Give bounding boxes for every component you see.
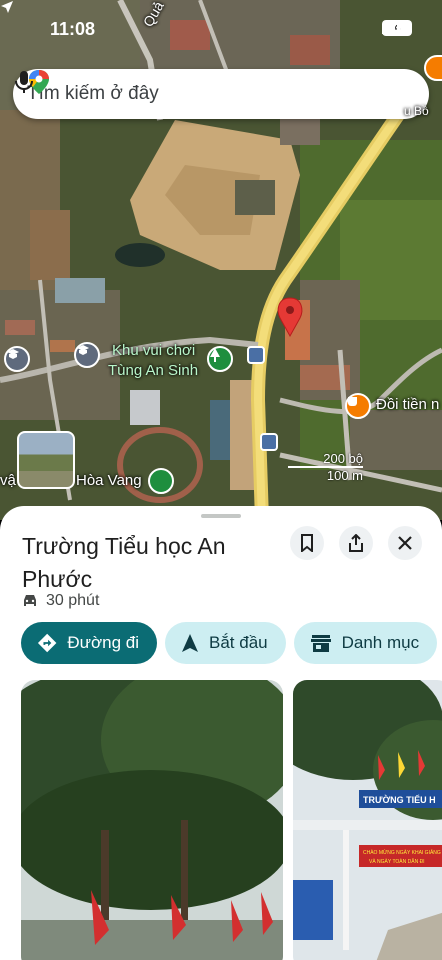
cafe-label[interactable]: Đồi tiền n <box>376 396 439 413</box>
start-button[interactable]: Bắt đầu <box>165 622 286 664</box>
status-bar: 11:08 4 <box>0 0 442 58</box>
category-button[interactable]: Danh mục <box>293 622 438 664</box>
place-title: Trường Tiểu học An Phước <box>22 533 226 592</box>
travel-info: 30 phút <box>22 592 99 610</box>
school-icon-2[interactable] <box>74 342 100 368</box>
street-view-thumbnail[interactable] <box>17 431 75 489</box>
map-label-prefix: vậ <box>0 472 16 489</box>
bookmark-icon <box>301 534 313 552</box>
map-view[interactable]: 11:08 4 Tìm kiếm ở đây Quả u Bồ <box>0 0 442 520</box>
banner-text-1: CHÀO MỪNG NGÀY KHAI GIẢNG <box>363 849 441 856</box>
category-label: Danh mục <box>341 633 420 652</box>
share-icon <box>349 534 363 552</box>
school-sign-text: TRƯỜNG TIỂU H <box>363 794 436 805</box>
sports-icon[interactable] <box>148 468 174 494</box>
share-button[interactable] <box>339 526 373 560</box>
status-time: 11:08 <box>50 19 96 39</box>
school-gate-photo: TRƯỜNG TIỂU H CHÀO MỪNG NGÀY KHAI GIẢNG … <box>293 680 442 960</box>
status-indicators: 4 <box>382 20 412 36</box>
directions-label: Đường đi <box>67 633 139 652</box>
location-arrow-icon <box>1 1 13 13</box>
cafe-icon[interactable] <box>345 393 371 419</box>
scale-feet: 200 bộ <box>323 451 363 466</box>
close-icon <box>398 536 412 550</box>
action-chips: Đường đi Bắt đầu Danh mục <box>21 622 438 664</box>
bus-stop-icon[interactable] <box>247 346 265 364</box>
directions-button[interactable]: Đường đi <box>21 622 157 664</box>
bus-stop-icon-2[interactable] <box>260 433 278 451</box>
travel-time: 30 phút <box>46 592 100 609</box>
park-icon[interactable] <box>207 346 233 372</box>
place-photo-1[interactable] <box>21 680 283 960</box>
directions-icon <box>37 633 57 653</box>
save-button[interactable] <box>290 526 324 560</box>
scale-meters: 100 m <box>326 468 363 483</box>
wifi-icon <box>383 21 401 34</box>
place-photo-2[interactable]: TRƯỜNG TIỂU H CHÀO MỪNG NGÀY KHAI GIẢNG … <box>293 680 442 960</box>
place-sheet: Trường Tiểu học An Phước 30 phút Đường đ… <box>0 506 442 960</box>
drag-handle[interactable] <box>201 514 241 518</box>
search-bar[interactable]: Tìm kiếm ở đây <box>13 69 429 119</box>
start-label: Bắt đầu <box>209 633 268 652</box>
map-label-hoa-vang: Hòa Vang <box>76 472 142 489</box>
search-input[interactable]: Tìm kiếm ở đây <box>27 83 429 105</box>
car-icon <box>24 595 36 606</box>
school-trees-photo <box>21 680 283 960</box>
banner-text-2: VÀ NGÀY TOÀN DÂN ĐI <box>369 858 425 865</box>
park-label-line1[interactable]: Khu vui chơi <box>112 342 195 359</box>
photo-carousel[interactable]: TRƯỜNG TIỂU H CHÀO MỪNG NGÀY KHAI GIẢNG … <box>21 680 442 960</box>
store-icon <box>310 635 331 652</box>
school-icon[interactable] <box>4 346 30 372</box>
close-button[interactable] <box>388 526 422 560</box>
navigation-arrow-icon <box>182 634 198 652</box>
map-label-top-right: u Bồ <box>404 104 429 118</box>
map-scale: 200 bộ 100 m <box>288 451 363 483</box>
mic-icon[interactable] <box>13 69 35 95</box>
park-label-line2[interactable]: Tùng An Sinh <box>108 362 198 379</box>
screen: 11:08 4 Tìm kiếm ở đây Quả u Bồ <box>0 0 442 960</box>
